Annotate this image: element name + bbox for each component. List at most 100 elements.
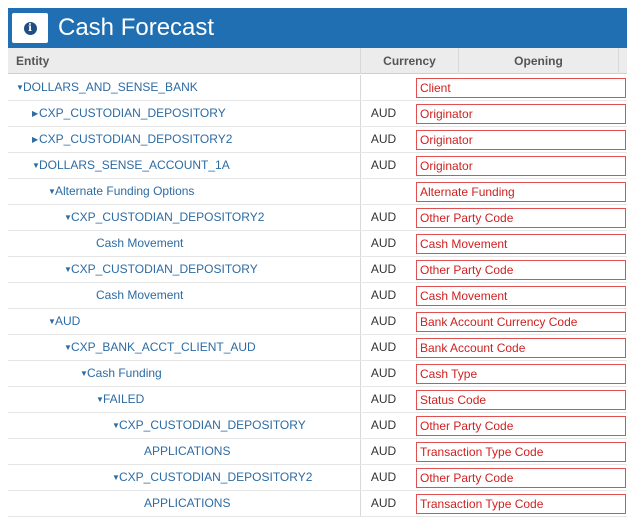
currency-cell: AUD	[360, 335, 406, 360]
opening-cell: Originator	[406, 127, 627, 152]
currency-cell: AUD	[360, 257, 406, 282]
entity-cell: APPLICATIONS	[8, 491, 360, 516]
expand-caret-down-icon[interactable]: ▼	[16, 75, 24, 100]
entity-cell: ▼CXP_BANK_ACCT_CLIENT_AUD	[8, 335, 360, 360]
annotation-label: Originator	[416, 156, 626, 176]
opening-cell: Originator	[406, 101, 627, 126]
expand-caret-down-icon[interactable]: ▼	[96, 387, 104, 412]
entity-label[interactable]: CXP_CUSTODIAN_DEPOSITORY2	[119, 470, 312, 484]
expand-caret-down-icon[interactable]: ▼	[32, 153, 40, 178]
expand-caret-down-icon[interactable]: ▼	[48, 179, 56, 204]
entity-cell: ▶CXP_CUSTODIAN_DEPOSITORY	[8, 101, 360, 126]
annotation-label: Transaction Type Code	[416, 442, 626, 462]
annotation-label: Transaction Type Code	[416, 494, 626, 514]
annotation-label: Cash Movement	[416, 286, 626, 306]
entity-label[interactable]: CXP_CUSTODIAN_DEPOSITORY2	[71, 210, 264, 224]
table-row[interactable]: APPLICATIONS AUD Transaction Type Code	[8, 439, 627, 465]
table-row[interactable]: Cash Movement AUD Cash Movement	[8, 283, 627, 309]
entity-cell: ▼CXP_CUSTODIAN_DEPOSITORY2	[8, 465, 360, 490]
currency-cell: AUD	[360, 205, 406, 230]
page-title: Cash Forecast	[58, 14, 215, 41]
entity-label[interactable]: DOLLARS_SENSE_ACCOUNT_1A	[39, 158, 230, 172]
title-bar: i Cash Forecast	[8, 8, 627, 48]
entity-cell: ▼DOLLARS_AND_SENSE_BANK	[8, 75, 360, 100]
annotation-label: Other Party Code	[416, 208, 626, 228]
currency-cell: AUD	[360, 127, 406, 152]
currency-cell: AUD	[360, 387, 406, 412]
info-icon: i	[23, 21, 37, 35]
entity-label[interactable]: CXP_CUSTODIAN_DEPOSITORY	[39, 106, 226, 120]
expand-caret-down-icon[interactable]: ▼	[112, 465, 120, 490]
table-row[interactable]: ▼FAILED AUD Status Code	[8, 387, 627, 413]
entity-cell: ▼Cash Funding	[8, 361, 360, 386]
table-row[interactable]: ▼CXP_CUSTODIAN_DEPOSITORY2 AUD Other Party…	[8, 465, 627, 491]
entity-label[interactable]: CXP_BANK_ACCT_CLIENT_AUD	[71, 340, 256, 354]
entity-label[interactable]: APPLICATIONS	[144, 496, 230, 510]
opening-cell: Status Code	[406, 387, 627, 412]
annotation-label: Alternate Funding	[416, 182, 626, 202]
annotation-label: Other Party Code	[416, 468, 626, 488]
table-row[interactable]: Cash Movement AUD Cash Movement	[8, 231, 627, 257]
opening-cell: Cash Movement	[406, 283, 627, 308]
entity-label[interactable]: CXP_CUSTODIAN_DEPOSITORY	[71, 262, 258, 276]
currency-cell	[360, 179, 406, 204]
entity-label[interactable]: Cash Funding	[87, 366, 162, 380]
table-row[interactable]: ▶CXP_CUSTODIAN_DEPOSITORY2 AUD Originator	[8, 127, 627, 153]
entity-label[interactable]: DOLLARS_AND_SENSE_BANK	[23, 80, 198, 94]
table-row[interactable]: ▼Alternate Funding Options Alternate Fund…	[8, 179, 627, 205]
forecast-grid: Entity Currency Opening ▼DOLLARS_AND_SEN…	[8, 48, 627, 523]
opening-cell: Originator	[406, 153, 627, 178]
annotation-label: Bank Account Code	[416, 338, 626, 358]
column-header-entity[interactable]: Entity	[8, 48, 360, 74]
entity-label[interactable]: Alternate Funding Options	[55, 184, 194, 198]
opening-cell: Bank Account Currency Code	[406, 309, 627, 334]
expand-caret-down-icon[interactable]: ▼	[112, 413, 120, 438]
table-row[interactable]: ▼CXP_CUSTODIAN_DEPOSITORY2 AUD Other Party…	[8, 205, 627, 231]
entity-label[interactable]: APPLICATIONS	[144, 444, 230, 458]
table-row[interactable]: ▼DOLLARS_SENSE_ACCOUNT_1A AUD Originator	[8, 153, 627, 179]
collapse-caret-right-icon[interactable]: ▶	[32, 101, 39, 126]
opening-cell: Alternate Funding	[406, 179, 627, 204]
collapse-caret-right-icon[interactable]: ▶	[32, 127, 39, 152]
entity-label[interactable]: FAILED	[103, 392, 144, 406]
currency-cell: AUD	[360, 491, 406, 516]
table-row[interactable]: ▶CXP_CUSTODIAN_DEPOSITORY AUD Originator	[8, 101, 627, 127]
expand-caret-down-icon[interactable]: ▼	[80, 361, 88, 386]
table-row[interactable]: APPLICATIONS AUD Transaction Type Code	[8, 491, 627, 517]
table-row[interactable]: ▼Cash Funding AUD Cash Type	[8, 361, 627, 387]
entity-cell: ▼CXP_CUSTODIAN_DEPOSITORY	[8, 257, 360, 282]
table-row[interactable]: ▼CXP_CUSTODIAN_DEPOSITORY AUD Other Party …	[8, 257, 627, 283]
entity-label[interactable]: Cash Movement	[96, 288, 183, 302]
currency-cell: AUD	[360, 283, 406, 308]
opening-cell: Cash Type	[406, 361, 627, 386]
currency-cell: AUD	[360, 413, 406, 438]
opening-cell: Other Party Code	[406, 257, 627, 282]
table-row[interactable]: ▼AUD AUD Bank Account Currency Code	[8, 309, 627, 335]
column-header-opening[interactable]: Opening	[458, 48, 618, 74]
table-row[interactable]: ▼DOLLARS_AND_SENSE_BANK Client	[8, 75, 627, 101]
annotation-label: Originator	[416, 104, 626, 124]
annotation-label: Cash Movement	[416, 234, 626, 254]
opening-cell: Other Party Code	[406, 413, 627, 438]
entity-label[interactable]: CXP_CUSTODIAN_DEPOSITORY	[119, 418, 306, 432]
table-row[interactable]: ▼CXP_BANK_ACCT_CLIENT_AUD AUD Bank Account…	[8, 335, 627, 361]
entity-cell: ▼CXP_CUSTODIAN_DEPOSITORY2	[8, 205, 360, 230]
entity-cell: ▼FAILED	[8, 387, 360, 412]
expand-caret-down-icon[interactable]: ▼	[64, 257, 72, 282]
opening-cell: Transaction Type Code	[406, 491, 627, 516]
currency-cell: AUD	[360, 101, 406, 126]
column-header-currency[interactable]: Currency	[360, 48, 458, 74]
currency-cell: AUD	[360, 439, 406, 464]
expand-caret-down-icon[interactable]: ▼	[48, 309, 56, 334]
entity-label[interactable]: Cash Movement	[96, 236, 183, 250]
currency-cell: AUD	[360, 153, 406, 178]
annotation-label: Cash Type	[416, 364, 626, 384]
annotation-label: Client	[416, 78, 626, 98]
expand-caret-down-icon[interactable]: ▼	[64, 335, 72, 360]
grid-body: ▼DOLLARS_AND_SENSE_BANK Client ▶CXP_CUSTOD…	[8, 75, 627, 517]
expand-caret-down-icon[interactable]: ▼	[64, 205, 72, 230]
entity-label[interactable]: CXP_CUSTODIAN_DEPOSITORY2	[39, 132, 232, 146]
entity-label[interactable]: AUD	[55, 314, 80, 328]
table-row[interactable]: ▼CXP_CUSTODIAN_DEPOSITORY AUD Other Party …	[8, 413, 627, 439]
info-button[interactable]: i	[12, 13, 48, 43]
